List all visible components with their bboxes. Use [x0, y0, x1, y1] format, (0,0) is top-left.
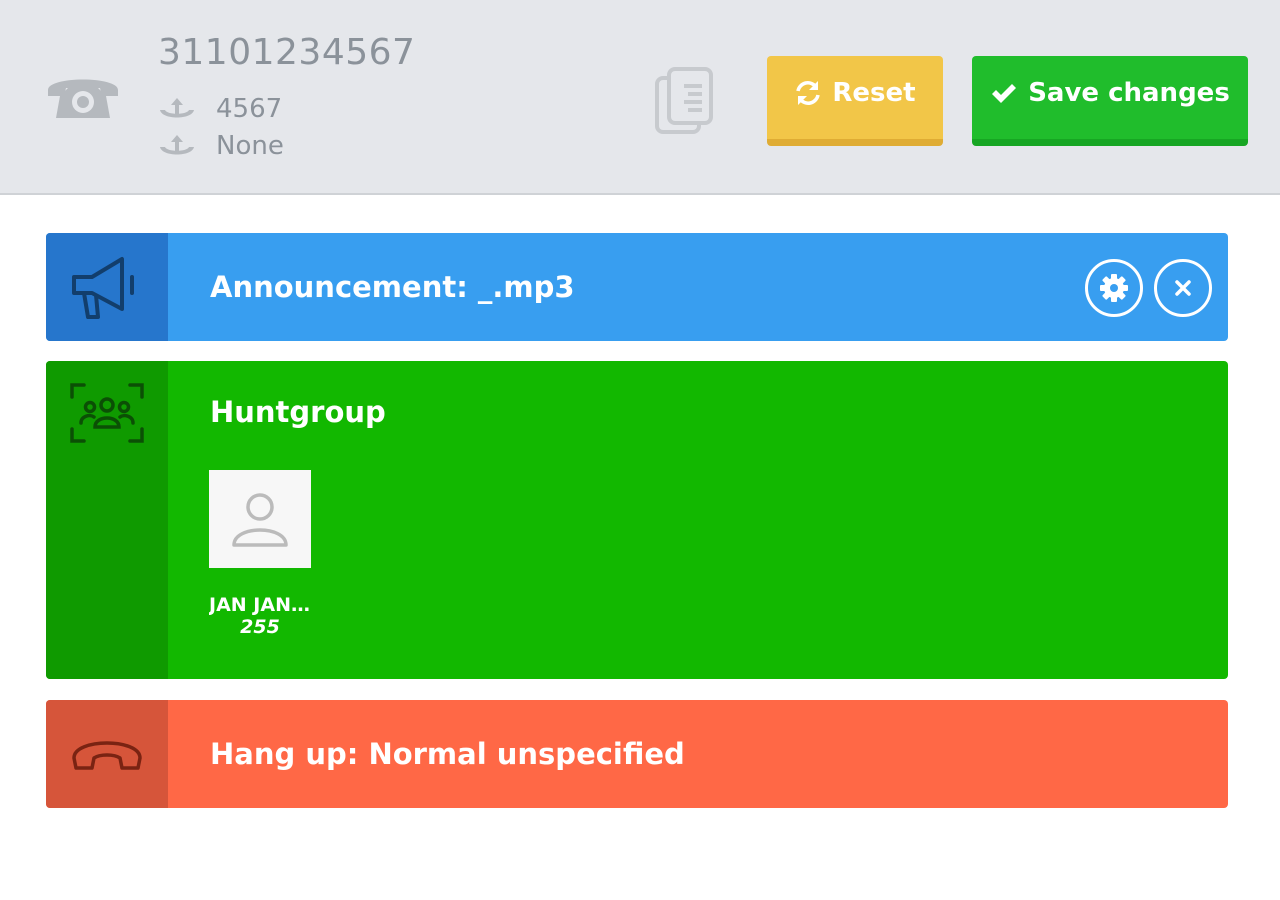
announcement-side: [46, 233, 168, 341]
huntgroup-member[interactable]: JAN JAN... 255: [209, 470, 311, 638]
settings-button[interactable]: [1085, 259, 1143, 317]
huntgroup-block[interactable]: Huntgroup JAN JAN... 255: [46, 361, 1228, 679]
extension-row: 4567: [158, 94, 282, 124]
header: 31101234567 4567 None Reset Save changes: [0, 0, 1280, 195]
extension-value: 4567: [216, 94, 283, 124]
remove-button[interactable]: [1154, 259, 1212, 317]
member-extension: 255: [240, 616, 280, 638]
group-icon: [70, 383, 144, 443]
save-changes-button[interactable]: Save changes: [972, 56, 1248, 146]
huntgroup-title: Huntgroup: [210, 395, 386, 429]
secondary-row: None: [158, 131, 284, 161]
check-icon: [992, 83, 1017, 103]
close-icon: [1175, 280, 1191, 296]
copy-icon[interactable]: [654, 66, 716, 136]
avatar: [209, 470, 311, 568]
phone-number: 31101234567: [158, 32, 416, 73]
huntgroup-side: [46, 361, 168, 679]
hangup-side: [46, 700, 168, 808]
announcement-title: Announcement: _.mp3: [210, 270, 575, 304]
reset-button[interactable]: Reset: [767, 56, 943, 146]
megaphone-icon: [72, 257, 134, 319]
hangup-block[interactable]: Hang up: Normal unspecified: [46, 700, 1228, 808]
member-name: JAN JAN...: [209, 594, 311, 616]
secondary-value: None: [216, 131, 284, 161]
gear-icon: [1100, 274, 1128, 302]
hangup-title: Hang up: Normal unspecified: [210, 737, 685, 771]
hangup-icon: [72, 741, 142, 770]
save-label: Save changes: [1028, 77, 1230, 108]
refresh-icon: [796, 80, 821, 105]
reset-label: Reset: [832, 77, 916, 108]
anchor-icon: [160, 98, 194, 118]
anchor-icon: [160, 135, 194, 155]
phone-icon: [48, 79, 118, 118]
user-icon: [232, 493, 288, 547]
announcement-block[interactable]: Announcement: _.mp3: [46, 233, 1228, 341]
